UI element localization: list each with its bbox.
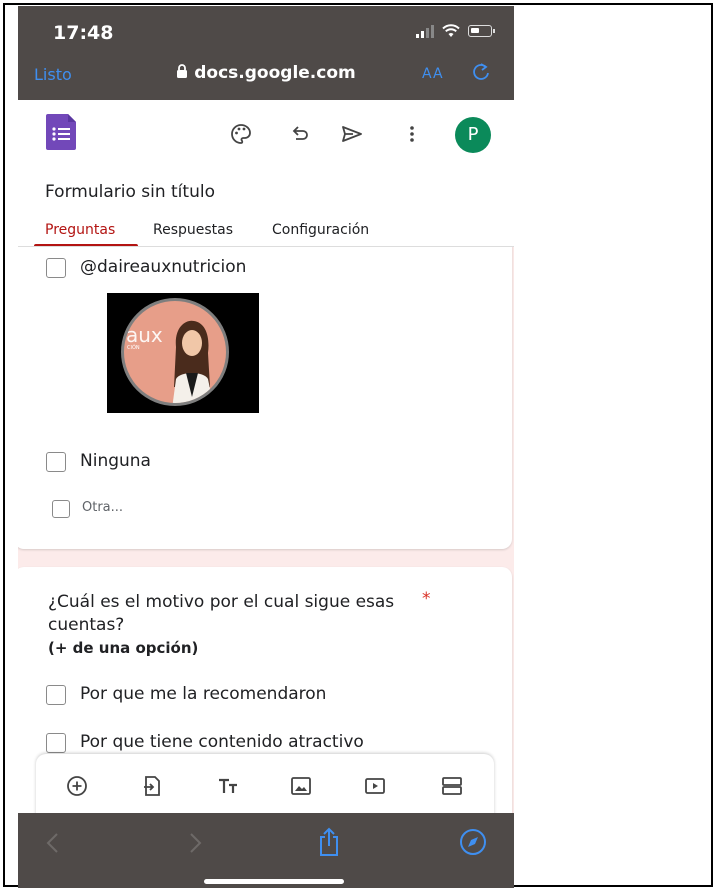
forward-icon[interactable] bbox=[186, 831, 204, 855]
other-checkbox[interactable] bbox=[52, 500, 70, 518]
wifi-icon bbox=[442, 24, 460, 37]
cellular-signal-icon bbox=[416, 24, 434, 38]
required-asterisk: * bbox=[422, 589, 431, 609]
home-indicator bbox=[204, 879, 344, 884]
option-label: Ninguna bbox=[80, 451, 151, 471]
option-label: Por que tiene contenido atractivo bbox=[80, 732, 364, 752]
question-card-1: @daireauxnutricion aux CIÓN Ninguna Otra… bbox=[18, 247, 512, 549]
more-options-icon[interactable] bbox=[400, 122, 424, 146]
add-title-icon[interactable] bbox=[216, 774, 240, 798]
option-checkbox[interactable] bbox=[46, 452, 66, 472]
option-image: aux CIÓN bbox=[107, 293, 259, 413]
person-silhouette bbox=[172, 320, 213, 403]
avatar[interactable]: P bbox=[455, 117, 491, 153]
palette-icon[interactable] bbox=[229, 122, 253, 146]
undo-icon[interactable] bbox=[288, 122, 312, 146]
status-icons bbox=[416, 24, 495, 38]
url-text: docs.google.com bbox=[194, 63, 356, 83]
add-section-icon[interactable] bbox=[440, 774, 464, 798]
other-label[interactable]: Otra... bbox=[82, 500, 123, 515]
back-icon[interactable] bbox=[44, 831, 62, 855]
phone-screen: 17:48 Listo docs.google.com AA P Formula… bbox=[18, 6, 514, 888]
battery-icon bbox=[468, 25, 495, 37]
image-text: aux bbox=[126, 323, 163, 347]
share-icon[interactable] bbox=[316, 827, 342, 857]
tab-preguntas[interactable]: Preguntas bbox=[45, 222, 115, 238]
status-time: 17:48 bbox=[53, 22, 114, 44]
forms-header: P Formulario sin título Preguntas Respue… bbox=[18, 100, 514, 248]
add-image-icon[interactable] bbox=[289, 774, 313, 798]
reload-icon[interactable] bbox=[470, 62, 492, 84]
tab-configuracion[interactable]: Configuración bbox=[272, 222, 369, 238]
tab-respuestas[interactable]: Respuestas bbox=[153, 222, 233, 238]
question-subtitle: (+ de una opción) bbox=[48, 639, 199, 657]
option-checkbox[interactable] bbox=[46, 685, 66, 705]
send-icon[interactable] bbox=[340, 122, 364, 146]
compass-icon[interactable] bbox=[458, 827, 488, 857]
text-size-button[interactable]: AA bbox=[422, 66, 444, 82]
add-video-icon[interactable] bbox=[363, 774, 387, 798]
question-title: ¿Cuál es el motivo por el cual sigue esa… bbox=[48, 592, 395, 635]
import-questions-icon[interactable] bbox=[140, 774, 164, 798]
form-toolbar bbox=[36, 754, 494, 818]
form-title: Formulario sin título bbox=[45, 182, 215, 202]
form-content: @daireauxnutricion aux CIÓN Ninguna Otra… bbox=[18, 247, 514, 813]
option-checkbox[interactable] bbox=[46, 733, 66, 753]
form-tabs: Preguntas Respuestas Configuración bbox=[18, 212, 514, 247]
option-checkbox[interactable] bbox=[46, 258, 66, 278]
google-forms-logo-icon bbox=[46, 114, 76, 150]
browser-bottom-bar bbox=[18, 813, 514, 888]
lock-icon bbox=[177, 64, 188, 78]
add-question-icon[interactable] bbox=[65, 774, 89, 798]
option-label: Por que me la recomendaron bbox=[80, 684, 327, 704]
option-label: @daireauxnutricion bbox=[80, 257, 247, 277]
image-subtext: CIÓN bbox=[127, 345, 140, 351]
profile-photo: aux CIÓN bbox=[121, 298, 229, 406]
browser-top-bar: 17:48 Listo docs.google.com AA bbox=[18, 6, 514, 100]
